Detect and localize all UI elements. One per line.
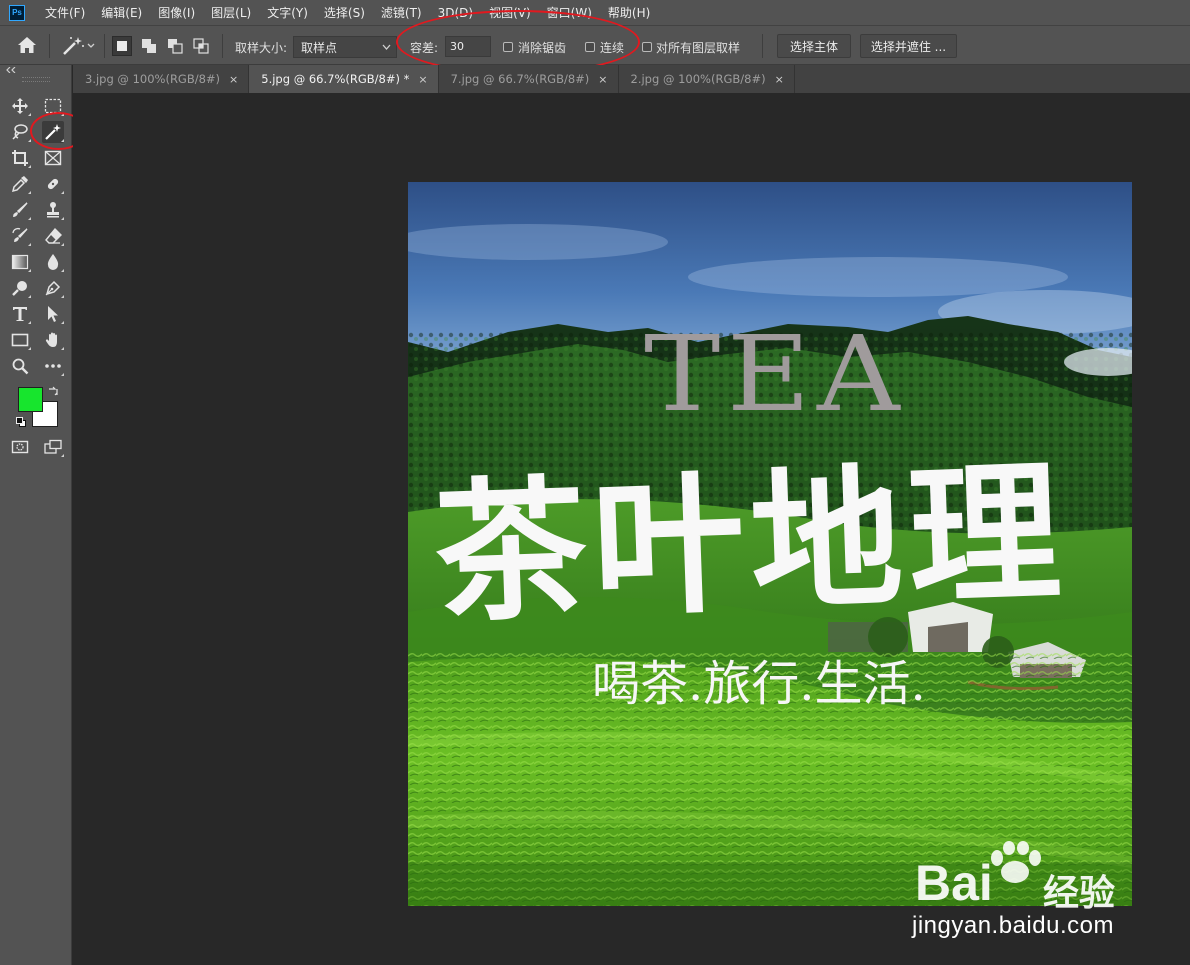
home-icon[interactable]: [17, 36, 37, 57]
eraser-tool-icon[interactable]: [42, 225, 64, 247]
clone-stamp-tool-icon[interactable]: [42, 199, 64, 221]
foreground-color-swatch[interactable]: [18, 387, 43, 412]
image-title-chinese: 茶叶地理: [431, 441, 1070, 643]
tab-label: 2.jpg @ 100%(RGB/8#): [630, 72, 766, 86]
document-canvas-image[interactable]: TEA 茶叶地理 喝茶.旅行.生活.: [408, 182, 1132, 906]
image-title-english: TEA: [644, 313, 907, 435]
history-brush-tool-icon[interactable]: [9, 225, 31, 247]
magic-wand-tool-icon[interactable]: [42, 121, 64, 143]
rectangular-marquee-tool-icon[interactable]: [42, 95, 64, 117]
blur-tool-icon[interactable]: [42, 251, 64, 273]
subtract-from-selection-button[interactable]: [165, 36, 185, 56]
tab-label: 3.jpg @ 100%(RGB/8#): [85, 72, 221, 86]
swap-colors-icon[interactable]: [48, 385, 58, 399]
antialias-label[interactable]: 消除锯齿: [518, 39, 566, 56]
sample-all-layers-checkbox[interactable]: [642, 42, 652, 52]
document-tabs: 3.jpg @ 100%(RGB/8#) × 5.jpg @ 66.7%(RGB…: [73, 65, 1190, 93]
close-icon[interactable]: ×: [229, 73, 238, 86]
options-bar: 取样大小: 取样点 容差: 消除锯齿 连续 对所有图层取样 选择主体 选择并遮住…: [0, 25, 1190, 65]
select-subject-button[interactable]: 选择主体: [777, 34, 851, 58]
menu-layer[interactable]: 图层(L): [203, 4, 259, 21]
tolerance-label: 容差:: [410, 41, 439, 55]
sample-size-label: 取样大小:: [235, 41, 288, 55]
antialias-checkbox[interactable]: [503, 42, 513, 52]
chevron-down-icon: [382, 44, 391, 50]
intersect-selection-button[interactable]: [191, 36, 211, 56]
crop-tool-icon[interactable]: [9, 147, 31, 169]
screen-mode-icon[interactable]: [42, 436, 64, 458]
menu-view[interactable]: 视图(V): [481, 4, 539, 21]
watermark-brand-left: Bai: [915, 855, 993, 911]
tab-7jpg[interactable]: 7.jpg @ 66.7%(RGB/8#) ×: [439, 65, 619, 93]
menu-3d[interactable]: 3D(D): [430, 6, 481, 20]
path-selection-tool-icon[interactable]: [42, 303, 64, 325]
menu-bar: Ps 文件(F) 编辑(E) 图像(I) 图层(L) 文字(Y) 选择(S) 滤…: [0, 0, 1190, 25]
hand-tool-icon[interactable]: [42, 329, 64, 351]
menu-image[interactable]: 图像(I): [150, 4, 203, 21]
menu-select[interactable]: 选择(S): [316, 4, 373, 21]
contiguous-label[interactable]: 连续: [600, 39, 624, 56]
contiguous-checkbox[interactable]: [585, 42, 595, 52]
baidu-watermark-logo: Bai 经验: [915, 840, 1135, 914]
close-icon[interactable]: ×: [598, 73, 607, 86]
move-tool-icon[interactable]: [9, 95, 31, 117]
close-icon[interactable]: ×: [418, 73, 427, 86]
dodge-tool-icon[interactable]: [9, 277, 31, 299]
collapse-panel-icon[interactable]: [6, 66, 16, 75]
menu-edit[interactable]: 编辑(E): [93, 4, 150, 21]
image-subtitle: 喝茶.旅行.生活.: [592, 656, 926, 712]
quick-mask-icon[interactable]: [9, 436, 31, 458]
menu-filter[interactable]: 滤镜(T): [373, 4, 430, 21]
healing-brush-tool-icon[interactable]: [42, 173, 64, 195]
close-icon[interactable]: ×: [775, 73, 784, 86]
type-tool-icon[interactable]: [9, 303, 31, 325]
gradient-tool-icon[interactable]: [9, 251, 31, 273]
paw-icon: [991, 841, 1041, 883]
tools-panel: [0, 65, 72, 965]
default-colors-icon[interactable]: [16, 417, 27, 431]
tab-5jpg[interactable]: 5.jpg @ 66.7%(RGB/8#) * ×: [249, 65, 439, 93]
tab-label: 5.jpg @ 66.7%(RGB/8#) *: [261, 72, 410, 86]
select-and-mask-button[interactable]: 选择并遮住 ...: [860, 34, 957, 58]
tab-2jpg[interactable]: 2.jpg @ 100%(RGB/8#) ×: [619, 65, 795, 93]
tab-3jpg[interactable]: 3.jpg @ 100%(RGB/8#) ×: [73, 65, 250, 93]
eyedropper-tool-icon[interactable]: [9, 173, 31, 195]
tolerance-input[interactable]: [445, 36, 491, 57]
zoom-tool-icon[interactable]: [9, 355, 31, 377]
sample-all-layers-label[interactable]: 对所有图层取样: [656, 39, 740, 56]
frame-tool-icon[interactable]: [42, 147, 64, 169]
rectangle-tool-icon[interactable]: [9, 329, 31, 351]
watermark-url: jingyan.baidu.com: [912, 912, 1114, 939]
sample-size-dropdown[interactable]: 取样点: [293, 36, 397, 58]
lasso-tool-icon[interactable]: [9, 121, 31, 143]
tab-label: 7.jpg @ 66.7%(RGB/8#): [450, 72, 590, 86]
menu-file[interactable]: 文件(F): [37, 4, 93, 21]
menu-window[interactable]: 窗口(W): [539, 4, 600, 21]
tool-preset-picker[interactable]: [60, 35, 96, 60]
new-selection-button[interactable]: [112, 36, 132, 56]
menu-help[interactable]: 帮助(H): [600, 4, 658, 21]
brush-tool-icon[interactable]: [9, 199, 31, 221]
photoshop-logo: Ps: [9, 4, 25, 21]
add-to-selection-button[interactable]: [139, 36, 159, 56]
sample-size-value: 取样点: [301, 40, 338, 55]
watermark-brand-right: 经验: [1043, 873, 1116, 914]
more-tools-icon[interactable]: [42, 355, 64, 377]
menu-type[interactable]: 文字(Y): [259, 4, 316, 21]
pen-tool-icon[interactable]: [42, 277, 64, 299]
